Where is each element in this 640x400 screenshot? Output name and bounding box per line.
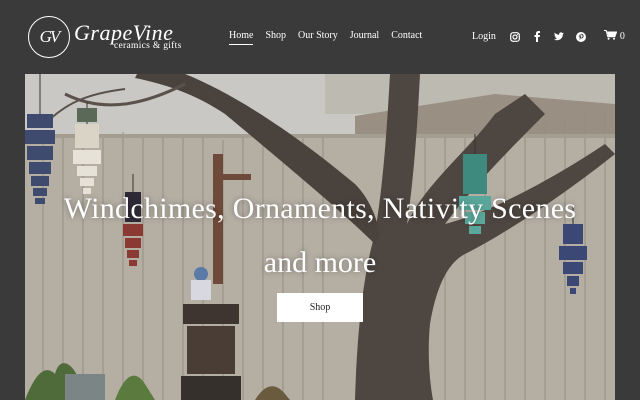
nav-journal[interactable]: Journal — [350, 30, 379, 45]
cart-button[interactable]: 0 — [603, 29, 625, 43]
hero-headline-line2: and more — [263, 246, 377, 279]
cart-count: 0 — [619, 31, 625, 42]
cart-icon — [603, 29, 618, 43]
nav-contact[interactable]: Contact — [391, 30, 422, 45]
header-actions: Login 0 — [472, 29, 625, 43]
nav-our-story[interactable]: Our Story — [298, 30, 338, 45]
nav-shop[interactable]: Shop — [265, 30, 286, 45]
login-link[interactable]: Login — [472, 31, 496, 42]
main-nav: Home Shop Our Story Journal Contact — [229, 30, 422, 45]
pinterest-icon[interactable] — [575, 31, 586, 43]
hero-shop-button[interactable]: Shop — [277, 293, 363, 322]
hero-headline-line1: Windchimes, Ornaments, Nativity Scenes — [63, 192, 577, 225]
facebook-icon[interactable] — [532, 31, 542, 43]
site-header: GV GrapeVine ceramics & gifts Home Shop … — [0, 0, 640, 74]
brand-logo[interactable]: GV GrapeVine ceramics & gifts — [28, 16, 182, 58]
hero-banner: Windchimes, Ornaments, Nativity Scenes a… — [25, 74, 615, 400]
hero-background-image — [25, 74, 615, 400]
instagram-icon[interactable] — [509, 31, 520, 43]
logo-text: GrapeVine ceramics & gifts — [74, 22, 182, 52]
logo-monogram: GV — [28, 16, 70, 58]
brand-tagline: ceramics & gifts — [114, 41, 182, 52]
twitter-icon[interactable] — [553, 31, 564, 43]
nav-home[interactable]: Home — [229, 30, 254, 45]
